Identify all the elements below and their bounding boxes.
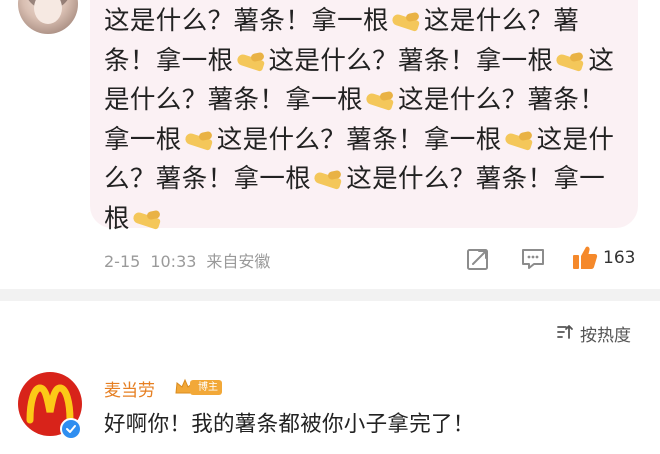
- post-date: 2-15: [104, 252, 141, 271]
- post-meta-row: 2-15 10:33 来自安徽 163: [90, 244, 650, 276]
- post-time: 10:33: [150, 252, 197, 271]
- share-icon[interactable]: [465, 246, 491, 272]
- post-timestamp: 2-15 10:33 来自安徽: [104, 248, 280, 272]
- pinching-hand-icon: [503, 131, 535, 151]
- comment-item: 麦当劳 博主 好啊你！我的薯条都被你小子拿完了！: [0, 360, 660, 454]
- comment-author[interactable]: 麦当劳: [104, 376, 155, 401]
- avatar-face: [34, 0, 62, 24]
- post-source: 来自安徽: [206, 252, 271, 271]
- pinching-hand-icon: [183, 131, 215, 151]
- pinching-hand-icon: [235, 52, 267, 72]
- sort-icon[interactable]: [556, 323, 574, 341]
- thumbs-up-icon[interactable]: [571, 244, 599, 272]
- pinching-hand-icon: [554, 52, 586, 72]
- post-text-segment: 这是什么？薯条！拿一根: [268, 45, 554, 76]
- post-text-segment: 这是什么？薯条！拿一根: [216, 124, 502, 155]
- user-avatar[interactable]: [18, 0, 78, 34]
- verified-badge-icon: [60, 418, 82, 440]
- poster-badge-label: 博主: [190, 380, 222, 395]
- like-count: 163: [603, 248, 636, 268]
- pinching-hand-icon: [390, 12, 422, 32]
- post-text-segment: 这是什么？薯条！拿一根: [104, 6, 389, 36]
- sort-by-heat-button[interactable]: 按热度: [580, 321, 631, 346]
- poster-badge: 博主: [174, 377, 226, 397]
- pinching-hand-icon: [131, 210, 163, 230]
- section-divider: [0, 289, 660, 301]
- post-bubble: 这是什么？薯条！拿一根 这是什么？薯条！拿一根 这是什么？薯条！拿一根 这是什么？薯条…: [90, 0, 638, 234]
- sort-row: 按热度: [0, 318, 660, 348]
- comment-text: 好啊你！我的薯条都被你小子拿完了！: [104, 412, 475, 437]
- post-text: 这是什么？薯条！拿一根 这是什么？薯条！拿一根 这是什么？薯条！拿一根 这是什么？薯条…: [104, 2, 618, 239]
- pinching-hand-icon: [312, 170, 344, 190]
- pinching-hand-icon: [364, 91, 396, 111]
- post-section: 这是什么？薯条！拿一根 这是什么？薯条！拿一根 这是什么？薯条！拿一根 这是什么？薯条…: [0, 0, 660, 289]
- comment-icon[interactable]: [520, 247, 546, 271]
